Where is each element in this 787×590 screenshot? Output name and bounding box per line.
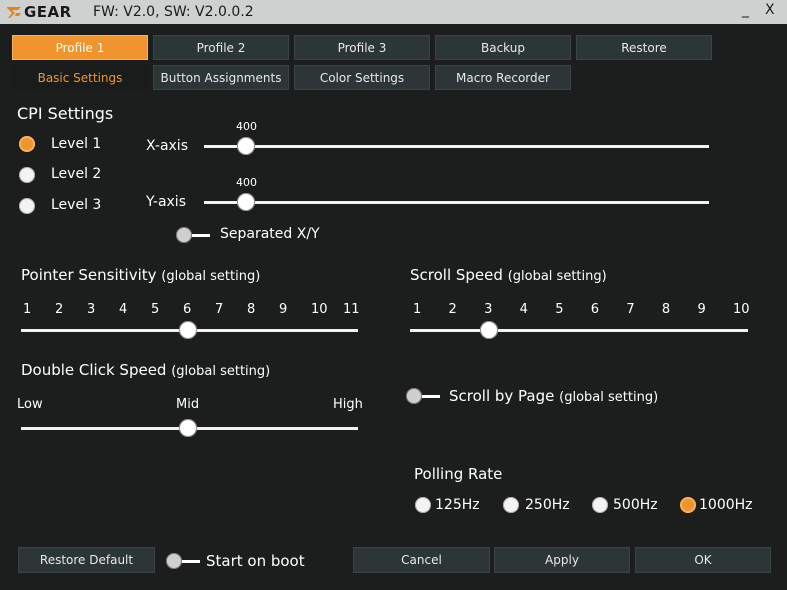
tab-profile-3[interactable]: Profile 3 [294,35,430,60]
double-click-low-label: Low [17,397,43,412]
scroll-speed-title-text: Scroll Speed [410,266,503,284]
double-click-speed-title: Double Click Speed (global setting) [21,361,270,379]
scroll-speed-tick-4: 4 [519,302,528,317]
scroll-speed-knob[interactable] [480,321,499,339]
scroll-speed-title: Scroll Speed (global setting) [410,266,607,284]
toggle-dot [176,227,192,243]
brand-name: GEAR [24,3,72,21]
pointer-sensitivity-title-text: Pointer Sensitivity [21,266,157,284]
pointer-sensitivity-tick-3: 3 [87,302,96,317]
cancel-button[interactable]: Cancel [353,547,490,573]
scroll-speed-tick-3: 3 [484,302,493,317]
scroll-speed-tick-6: 6 [590,302,600,317]
scroll-speed-track[interactable] [410,329,748,332]
cpi-settings-title: CPI Settings [17,104,114,123]
pointer-sensitivity-tick-6: 6 [183,302,192,317]
pointer-sensitivity-tick-1: 1 [23,302,32,317]
polling-rate-title: Polling Rate [414,465,503,483]
minimize-button[interactable]: _ [742,2,749,18]
tab-profile-2[interactable]: Profile 2 [153,35,289,60]
tab-profile-1[interactable]: Profile 1 [12,35,148,60]
y-axis-label: Y-axis [146,194,186,210]
scroll-speed-tick-5: 5 [555,302,564,317]
polling-500hz-label: 500Hz [613,497,658,513]
polling-250hz-label: 250Hz [525,497,570,513]
tab-color-settings[interactable]: Color Settings [294,65,430,90]
toggle-dot [406,388,422,404]
pointer-sensitivity-tick-7: 7 [215,302,224,317]
polling-1000hz-radio[interactable] [680,497,696,513]
separated-xy-label: Separated X/Y [220,226,320,242]
double-click-speed-title-text: Double Click Speed [21,361,167,379]
cpi-level-3-radio[interactable] [19,198,35,214]
pointer-sensitivity-tick-11: 11 [343,302,360,317]
x-axis-slider-knob[interactable] [237,137,255,155]
tab-backup[interactable]: Backup [435,35,571,60]
separated-xy-toggle[interactable] [176,227,210,243]
y-axis-slider-knob[interactable] [237,193,255,211]
scroll-speed-tick-2: 2 [448,302,457,317]
polling-125hz-radio[interactable] [415,497,431,513]
tab-restore[interactable]: Restore [576,35,712,60]
scroll-by-page-label: Scroll by Page (global setting) [449,387,658,405]
pointer-sensitivity-tick-4: 4 [119,302,128,317]
scroll-by-page-toggle[interactable] [406,388,440,404]
cpi-level-3-label: Level 3 [51,197,102,213]
x-axis-value: 400 [236,120,257,133]
scroll-speed-tick-10: 10 [733,302,750,317]
start-on-boot-toggle[interactable] [166,553,200,569]
scroll-speed-tick-9: 9 [697,302,706,317]
scroll-speed-tick-7: 7 [626,302,635,317]
pointer-sensitivity-suffix: (global setting) [161,269,261,284]
pointer-sensitivity-knob[interactable] [179,321,197,339]
polling-500hz-radio[interactable] [592,497,608,513]
start-on-boot-label: Start on boot [206,552,305,570]
scroll-by-page-suffix: (global setting) [559,390,659,405]
ok-button[interactable]: OK [635,547,771,573]
scroll-speed-suffix: (global setting) [507,269,607,284]
tab-macro-recorder[interactable]: Macro Recorder [435,65,571,90]
pointer-sensitivity-tick-10: 10 [311,302,328,317]
tab-basic-settings[interactable]: Basic Settings [12,65,148,90]
double-click-high-label: High [333,397,363,412]
y-axis-slider-track[interactable] [204,201,709,204]
double-click-mid-label: Mid [176,397,200,412]
title-bar: GEAR FW: V2.0, SW: V2.0.0.2 _ X [0,0,787,24]
scroll-by-page-title: Scroll by Page [449,387,555,405]
apply-button[interactable]: Apply [494,547,630,573]
version-text: FW: V2.0, SW: V2.0.0.2 [93,4,254,20]
cpi-level-1-label: Level 1 [51,136,102,152]
close-button[interactable]: X [765,2,775,18]
cpi-level-2-radio[interactable] [19,167,35,183]
y-axis-value: 400 [236,176,257,189]
polling-1000hz-label: 1000Hz [699,497,753,513]
tab-button-assignments[interactable]: Button Assignments [153,65,289,90]
double-click-speed-suffix: (global setting) [171,364,271,379]
pointer-sensitivity-tick-8: 8 [247,302,256,317]
toggle-dot [166,553,182,569]
polling-250hz-radio[interactable] [503,497,519,513]
pointer-sensitivity-tick-2: 2 [55,302,64,317]
pointer-sensitivity-tick-5: 5 [151,302,160,317]
restore-default-button[interactable]: Restore Default [18,547,155,573]
double-click-speed-knob[interactable] [178,419,197,437]
polling-125hz-label: 125Hz [435,497,480,513]
fnatic-logo-icon [7,7,21,18]
cpi-level-2-label: Level 2 [51,166,102,182]
scroll-speed-tick-8: 8 [661,302,671,317]
cpi-level-1-radio[interactable] [19,136,35,152]
x-axis-label: X-axis [146,138,188,154]
pointer-sensitivity-title: Pointer Sensitivity (global setting) [21,266,260,284]
pointer-sensitivity-tick-9: 9 [279,302,288,317]
scroll-speed-tick-1: 1 [413,302,422,317]
x-axis-slider-track[interactable] [204,145,709,148]
